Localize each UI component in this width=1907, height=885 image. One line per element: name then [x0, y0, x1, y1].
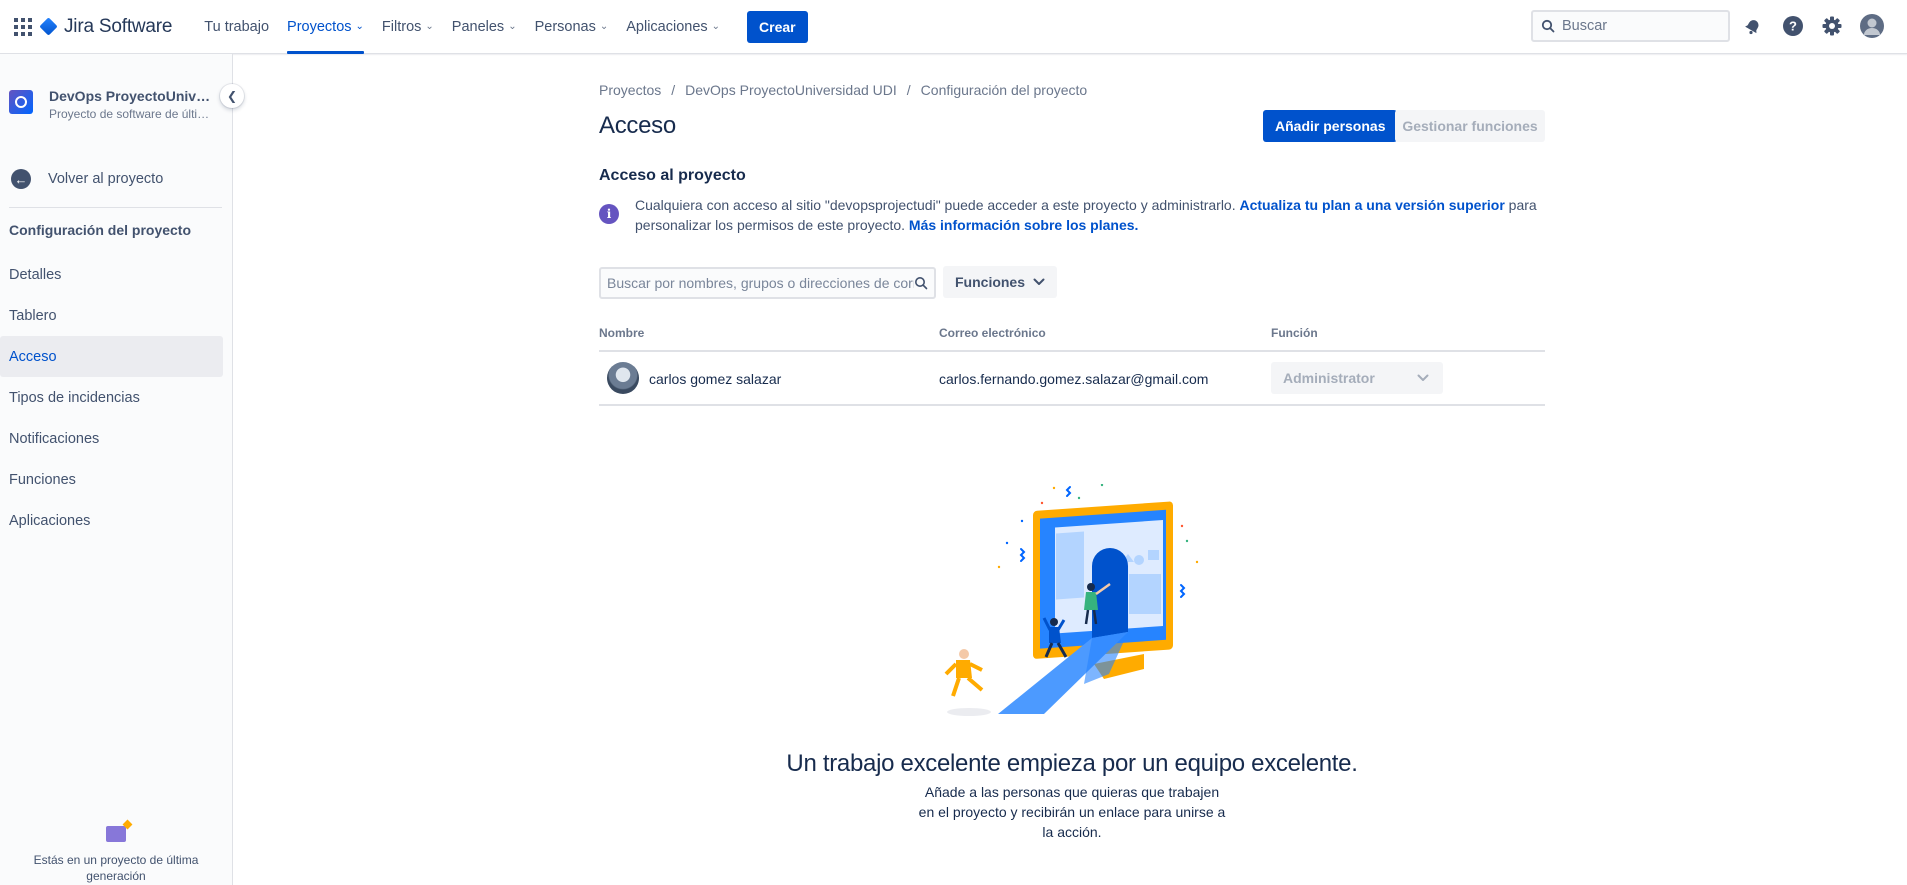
sidebar-item-tipos-incidencias[interactable]: Tipos de incidencias [0, 377, 223, 418]
nav-paneles[interactable]: Paneles ⌄ [443, 0, 526, 54]
role-select: Administrator [1271, 362, 1443, 394]
sidebar-item-label: Notificaciones [9, 430, 100, 447]
roles-filter-dropdown[interactable]: Funciones [943, 266, 1058, 298]
breadcrumb-separator: / [906, 82, 911, 98]
jira-logo[interactable]: Jira Software [39, 15, 173, 38]
nav-label: Proyectos [287, 18, 352, 35]
next-gen-project-note: Estás en un proyecto de última generació… [0, 826, 232, 885]
chevron-left-icon: ❮ [226, 89, 238, 103]
plans-info-link[interactable]: Más información sobre los planes. [909, 217, 1139, 233]
info-message: i Cualquiera con acceso al sitio "devops… [599, 195, 1545, 235]
nav-personas[interactable]: Personas ⌄ [526, 0, 618, 54]
nav-label: Tu trabajo [204, 18, 270, 35]
team-illustration [944, 484, 1199, 716]
svg-text:?: ? [1789, 19, 1797, 34]
user-name: carlos gomez salazar [649, 371, 782, 387]
sidebar-item-label: Tipos de incidencias [9, 389, 140, 406]
global-search-input[interactable]: Buscar [1531, 10, 1730, 42]
search-icon [915, 277, 928, 290]
chevron-down-icon: ⌄ [711, 21, 721, 32]
settings-icon[interactable] [1820, 14, 1844, 38]
nav-label: Aplicaciones [626, 18, 708, 35]
sidebar-item-funciones[interactable]: Funciones [0, 459, 223, 500]
people-search-input[interactable] [607, 275, 914, 291]
add-people-button[interactable]: Añadir personas [1263, 110, 1398, 142]
project-header[interactable]: DevOps ProyectoUniversidad UDI Proyecto … [0, 54, 232, 154]
sidebar-item-detalles[interactable]: Detalles [0, 254, 223, 295]
back-to-project-link[interactable]: ← Volver al proyecto [0, 162, 232, 196]
column-header-role: Función [1271, 326, 1318, 340]
collapse-sidebar-button[interactable]: ❮ [220, 84, 244, 108]
breadcrumb-proyectos[interactable]: Proyectos [599, 82, 661, 98]
nav-label: Filtros [381, 18, 422, 35]
sidebar-item-aplicaciones[interactable]: Aplicaciones [0, 500, 223, 541]
project-sidebar: DevOps ProyectoUniversidad UDI Proyecto … [0, 54, 233, 885]
chevron-down-icon [1033, 278, 1045, 285]
avatar [607, 362, 639, 394]
back-label: Volver al proyecto [48, 171, 164, 187]
arrow-left-icon: ← [11, 169, 31, 189]
product-name: Jira Software [64, 15, 173, 37]
app-switcher-icon[interactable] [13, 17, 33, 37]
nav-filtros[interactable]: Filtros ⌄ [373, 0, 443, 54]
breadcrumb-settings[interactable]: Configuración del proyecto [921, 82, 1088, 98]
roles-filter-label: Funciones [955, 274, 1026, 290]
people-filter [599, 267, 936, 299]
chevron-down-icon: ⌄ [599, 21, 609, 32]
table-header: Nombre Correo electrónico Función [599, 326, 1545, 352]
access-heading: Acceso al proyecto [599, 167, 746, 184]
info-text-part: Cualquiera con acceso al sitio "devopspr… [635, 197, 1240, 213]
folder-icon [106, 826, 126, 842]
table-row: carlos gomez salazar carlos.fernando.gom… [599, 352, 1545, 406]
sidebar-item-label: Aplicaciones [9, 512, 91, 529]
create-button[interactable]: Crear [747, 10, 808, 43]
jira-diamond-icon [39, 17, 58, 36]
sidebar-item-notificaciones[interactable]: Notificaciones [0, 418, 223, 459]
help-icon[interactable]: ? [1781, 14, 1805, 38]
notifications-icon[interactable] [1741, 14, 1765, 38]
info-icon: i [599, 204, 619, 224]
project-avatar [9, 90, 33, 114]
nav-proyectos[interactable]: Proyectos ⌄ [278, 0, 373, 54]
manage-roles-button: Gestionar funciones [1395, 110, 1545, 142]
column-header-name[interactable]: Nombre [599, 326, 644, 340]
chevron-down-icon: ⌄ [355, 21, 364, 32]
chevron-down-icon [1417, 374, 1429, 381]
empty-state-heading: Un trabajo excelente empieza por un equi… [786, 750, 1358, 777]
profile-avatar[interactable] [1860, 14, 1884, 38]
nav-label: Personas [534, 18, 596, 35]
sidebar-item-tablero[interactable]: Tablero [0, 295, 223, 336]
sidebar-item-label: Tablero [9, 307, 57, 324]
breadcrumb-project[interactable]: DevOps ProyectoUniversidad UDI [685, 82, 897, 98]
sidebar-item-label: Detalles [9, 266, 62, 283]
sidebar-section-title: Configuración del proyecto [9, 222, 192, 238]
page-title: Acceso [599, 112, 676, 139]
breadcrumb: Proyectos / DevOps ProyectoUniversidad U… [599, 82, 1087, 98]
sidebar-item-label: Funciones [9, 471, 76, 488]
next-gen-note-text: Estás en un proyecto de última generació… [33, 853, 199, 883]
chevron-down-icon: ⌄ [425, 21, 434, 32]
top-navigation: Jira Software Tu trabajo Proyectos ⌄ Filt… [0, 0, 1907, 54]
sidebar-item-label: Acceso [9, 348, 57, 365]
info-text: Cualquiera con acceso al sitio "devopspr… [635, 195, 1545, 235]
project-type: Proyecto de software de última generació… [49, 107, 213, 121]
primary-nav: Tu trabajo Proyectos ⌄ Filtros ⌄ Paneles ⌄ … [195, 0, 808, 54]
nav-tu-trabajo[interactable]: Tu trabajo [195, 0, 278, 54]
column-header-email: Correo electrónico [939, 326, 1046, 340]
search-icon [1541, 19, 1555, 33]
breadcrumb-separator: / [671, 82, 676, 98]
user-email: carlos.fernando.gomez.salazar@gmail.com [939, 371, 1209, 387]
role-value: Administrator [1283, 370, 1375, 386]
search-placeholder: Buscar [1562, 18, 1608, 34]
upgrade-plan-link[interactable]: Actualiza tu plan a una versión superior [1240, 197, 1505, 213]
chevron-down-icon: ⌄ [508, 21, 517, 32]
project-name: DevOps ProyectoUniversidad UDI [49, 88, 213, 104]
nav-label: Paneles [451, 18, 505, 35]
sidebar-item-acceso[interactable]: Acceso [0, 336, 223, 377]
nav-aplicaciones[interactable]: Aplicaciones ⌄ [617, 0, 729, 54]
empty-state-text: Añade a las personas que quieras que tra… [918, 784, 1226, 840]
